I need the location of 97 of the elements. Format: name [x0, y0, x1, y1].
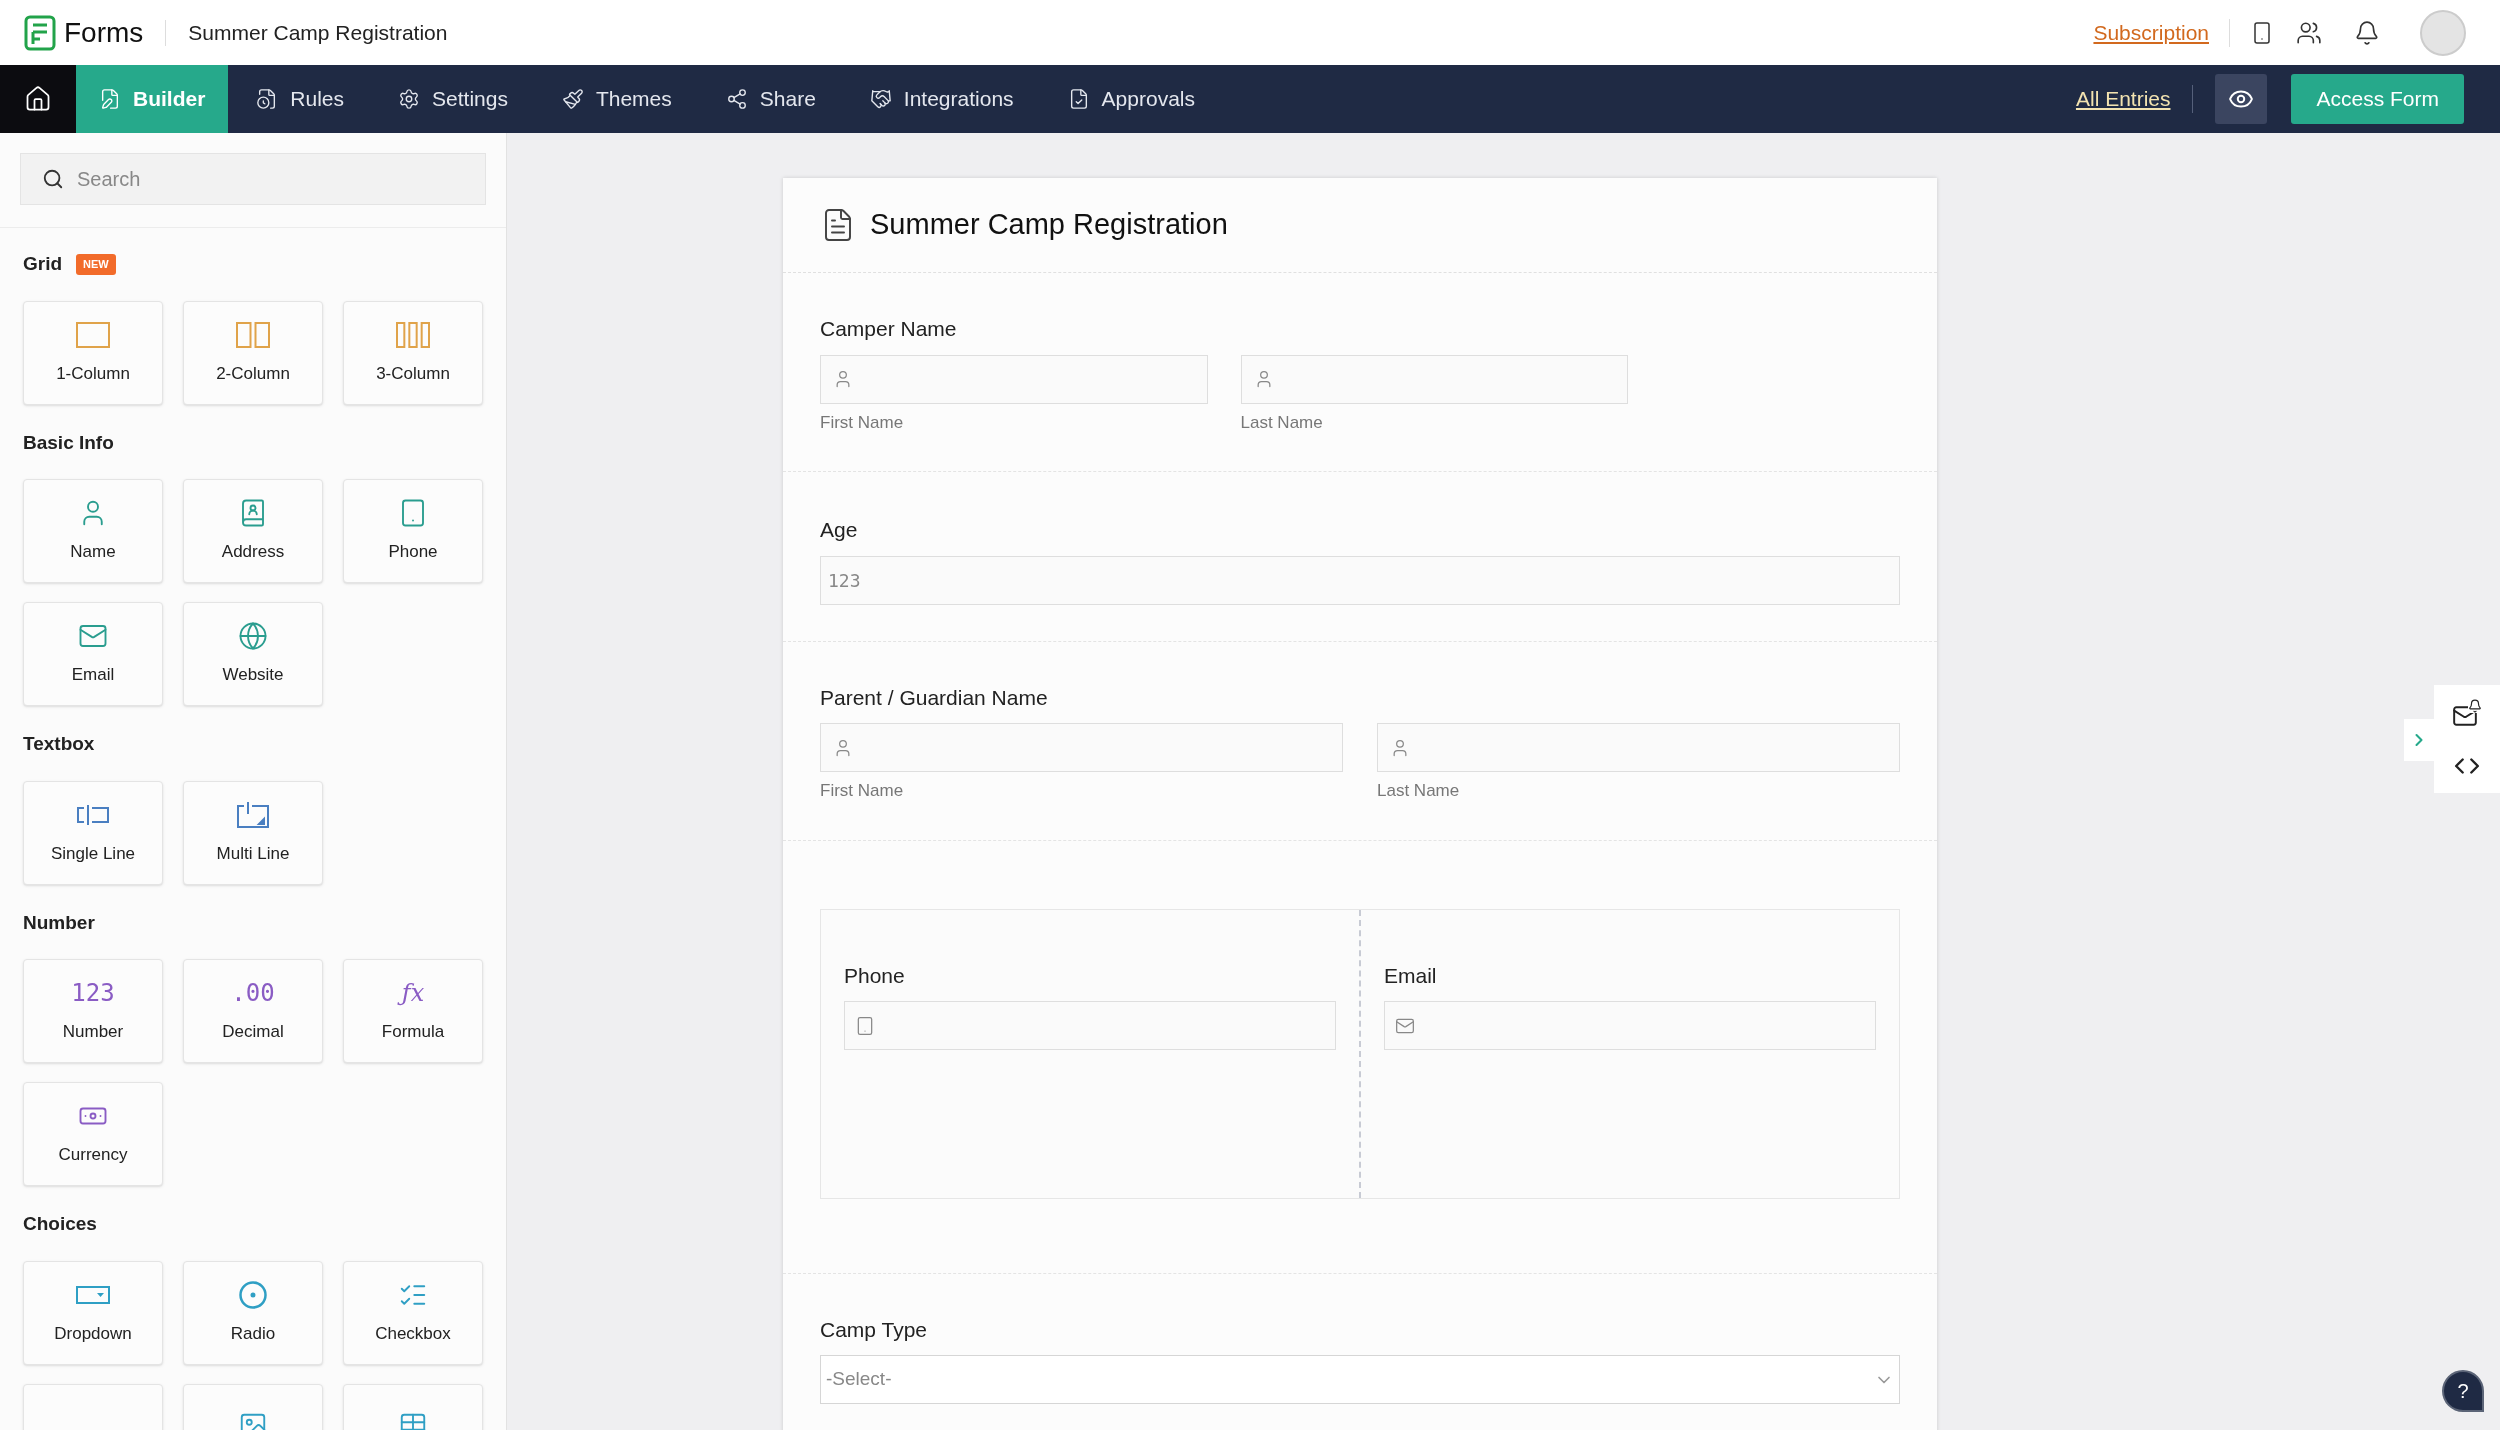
search-field[interactable]: Search	[20, 153, 486, 205]
tile-label: Single Line	[50, 842, 136, 865]
tile-label: Email	[71, 664, 115, 687]
globe-icon	[238, 621, 268, 652]
tile-label: Radio	[230, 1322, 276, 1345]
column-layout-icon	[76, 321, 110, 348]
people-icon[interactable]	[2296, 19, 2322, 46]
tile-label: Number	[62, 1021, 124, 1044]
tile-label: Website	[222, 664, 284, 687]
home-icon	[24, 85, 52, 113]
tile-label: Name	[70, 541, 116, 564]
tile-label: 2-Column	[216, 362, 290, 385]
text-input[interactable]	[844, 1001, 1336, 1050]
section-heading: Number	[23, 910, 95, 935]
section-heading: Choices	[23, 1212, 97, 1236]
field-label: Email	[1384, 962, 1438, 989]
tile-label: 3-Column	[376, 362, 450, 385]
radio-icon	[238, 1279, 268, 1310]
field-type-tile[interactable]: Single Line	[23, 780, 163, 885]
tab-icon	[869, 88, 892, 110]
nav-tab[interactable]: Approvals	[1045, 65, 1217, 133]
field-type-tile[interactable]: 123 Number	[23, 959, 163, 1063]
tile-label: 1-Column	[56, 362, 130, 385]
app-name: Forms	[64, 15, 144, 50]
select-field[interactable]: -Select-	[820, 1355, 1900, 1404]
sub-label: Last Name	[1240, 411, 1324, 434]
tab-icon	[561, 88, 584, 110]
home-button[interactable]	[0, 65, 76, 133]
field-type-tile[interactable]: Dropdown	[23, 1260, 163, 1365]
search-icon	[42, 168, 64, 190]
dropdown-icon	[76, 1284, 110, 1305]
section-heading: Basic Info	[23, 430, 114, 455]
all-entries-link[interactable]: All Entries	[2075, 83, 2171, 115]
sub-label: First Name	[820, 780, 905, 802]
text-input[interactable]	[1377, 723, 1900, 772]
subscription-link[interactable]: Subscription	[2093, 16, 2209, 49]
field-label: Camper Name	[820, 316, 958, 342]
field-label: Parent / Guardian Name	[820, 684, 1049, 711]
text-field-icon	[76, 802, 110, 827]
form-title: Summer Camp Registration	[870, 207, 1228, 243]
tab-icon	[725, 88, 748, 110]
tile-label: Formula	[381, 1021, 445, 1044]
nav-tab[interactable]: Rules	[234, 65, 367, 133]
help-button[interactable]: ?	[2442, 1370, 2484, 1412]
field-type-tile[interactable]: Website	[183, 602, 323, 706]
preview-button[interactable]	[2215, 74, 2268, 124]
text-input[interactable]	[820, 723, 1343, 772]
nav-tab[interactable]: Share	[703, 65, 838, 133]
field-type-tile[interactable]: 2-Column	[183, 300, 323, 405]
sub-label: First Name	[820, 411, 905, 434]
nav-tab[interactable]: Themes	[539, 65, 694, 133]
text-area-icon	[236, 800, 270, 829]
column-layout-icon	[396, 321, 430, 348]
section-heading: Textbox	[23, 732, 95, 756]
field-type-tile[interactable]: ƒx Formula	[343, 959, 483, 1063]
tile-label: Phone	[388, 541, 438, 564]
tile-label: Currency	[58, 1144, 128, 1167]
number-input[interactable]: 123	[820, 555, 1900, 605]
field-label: Phone	[844, 962, 906, 989]
field-type-tile[interactable]: Phone	[343, 479, 483, 583]
nav-tab[interactable]: Integrations	[847, 65, 1036, 133]
field-type-tile[interactable]: Checkbox	[343, 1260, 483, 1365]
section-heading: Grid	[23, 252, 63, 276]
field-type-tile[interactable]: Multi Line	[183, 780, 323, 885]
sub-label: Last Name	[1377, 780, 1461, 802]
text-input[interactable]	[820, 354, 1208, 404]
field-type-tile[interactable]: 3-Column	[343, 300, 483, 405]
tab-icon	[99, 88, 121, 110]
new-badge: NEW	[76, 254, 116, 275]
nav-tab[interactable]: Settings	[376, 65, 530, 133]
mail-bell-icon[interactable]	[2452, 699, 2482, 729]
field-type-tile[interactable]: Name	[23, 479, 163, 583]
forms-logo-icon	[24, 14, 56, 51]
tablet-icon	[855, 1015, 875, 1036]
tile-label: Decimal	[222, 1021, 284, 1044]
tile-label: Checkbox	[375, 1322, 451, 1345]
text-input[interactable]	[1240, 354, 1628, 404]
field-type-tile[interactable]: Email	[23, 602, 163, 706]
field-label: Camp Type	[820, 1316, 928, 1343]
avatar[interactable]	[2420, 9, 2466, 56]
notification-icon[interactable]	[2354, 19, 2380, 46]
field-type-tile[interactable]: Address	[183, 479, 323, 583]
field-label: Age	[820, 517, 859, 543]
field-type-tile[interactable]: 1-Column	[23, 300, 163, 405]
tile-label: Multi Line	[216, 842, 290, 865]
field-type-tile[interactable]: Currency	[23, 1082, 163, 1186]
tile-label: Dropdown	[54, 1322, 132, 1345]
tile-label: Address	[221, 541, 285, 564]
form-name: Summer Camp Registration	[188, 19, 448, 46]
field-type-tile[interactable]: .00 Decimal	[183, 959, 323, 1063]
field-type-tile[interactable]: Radio	[183, 1260, 323, 1365]
tab-icon	[398, 88, 421, 110]
text-input[interactable]	[1384, 1001, 1876, 1050]
collapse-tab[interactable]	[2404, 719, 2434, 761]
field-type-icon: 123	[71, 978, 115, 1009]
column-layout-icon	[236, 321, 270, 348]
field-type-icon: .00	[231, 978, 275, 1009]
